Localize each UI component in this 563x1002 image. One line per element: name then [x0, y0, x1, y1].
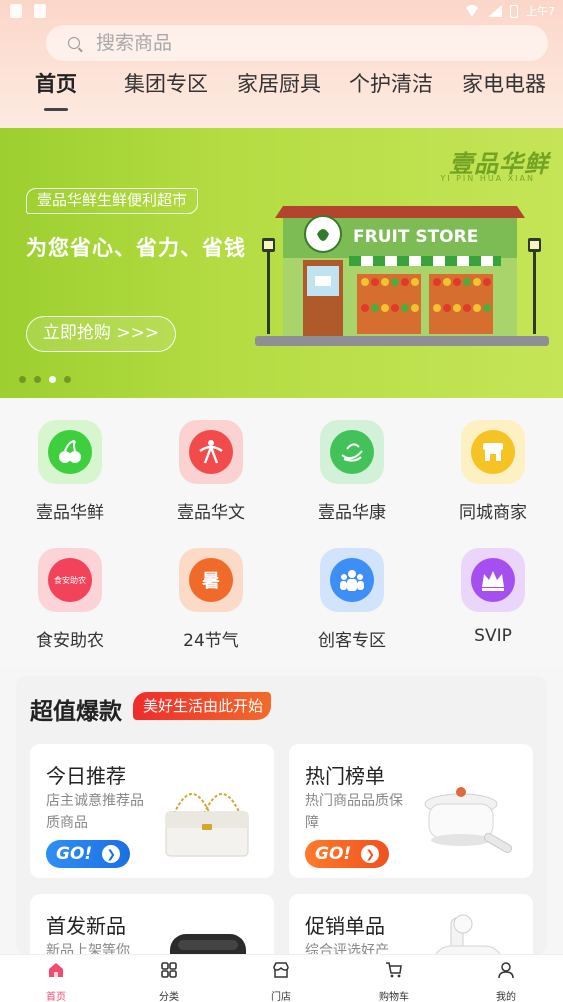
banner-store-name: 壹品华鲜生鲜便利超市: [26, 188, 199, 214]
category-grid: 壹品华鲜 壹品华文 壹品华康 同城商家 食安助农 食安助农 暑 24节气 创客专…: [0, 398, 563, 666]
nav-profile[interactable]: 我的: [466, 961, 546, 1002]
farm-badge-text: 食安助农: [48, 558, 92, 602]
category-solar-terms[interactable]: 暑 24节气: [141, 548, 281, 651]
shop-icon: [461, 420, 525, 484]
deals-slogan-badge: 美好生活由此开始: [133, 692, 272, 720]
carousel-dots: [19, 376, 71, 383]
deal-card-title: 首发新品: [46, 914, 126, 938]
status-time: 上午7: [526, 5, 555, 18]
active-tab-indicator: [44, 108, 68, 111]
brand-logo-subtitle: YI PIN HUA XIAN: [440, 174, 535, 183]
category-yipin-health[interactable]: 壹品华康: [282, 420, 422, 523]
deal-card-title: 今日推荐: [46, 764, 126, 788]
solar-term-icon: 暑: [179, 548, 243, 612]
pot-image: [424, 787, 513, 853]
category-yipin-fresh[interactable]: 壹品华鲜: [0, 420, 140, 523]
signal-icon: [488, 5, 502, 17]
go-button-label: GO!: [56, 844, 93, 864]
tab-appliances[interactable]: 家电电器: [462, 68, 546, 98]
crown-icon: [461, 548, 525, 612]
header: 上午7 首页 集团专区 家居厨具 个护清洁 家电电器: [0, 0, 563, 128]
nav-label: 门店: [271, 992, 291, 1002]
promo-banner[interactable]: 壹品华鲜 YI PIN HUA XIAN 壹品华鲜生鲜便利超市 为您省心、省力、…: [0, 128, 563, 398]
chevron-right-icon: ❯: [102, 845, 121, 863]
deal-card-today-recommend[interactable]: 今日推荐 店主诚意推荐品质商品 GO! ❯: [30, 744, 274, 878]
nav-cart[interactable]: 购物车: [354, 961, 434, 1002]
deal-card-title: 促销单品: [305, 914, 385, 938]
category-label: 壹品华鲜: [36, 503, 104, 523]
handbag-image: [165, 793, 249, 857]
category-tabs: 首页 集团专区 家居厨具 个护清洁 家电电器: [0, 64, 563, 111]
download-icon: [10, 4, 22, 18]
bottom-nav: 首页 分类 门店 购物车 我的: [0, 954, 563, 1002]
home-icon: [49, 963, 63, 977]
tab-home[interactable]: 首页: [35, 68, 77, 98]
battery-icon: [510, 4, 518, 18]
nav-label: 首页: [46, 992, 66, 1002]
category-label: 壹品华康: [318, 503, 386, 523]
cherry-icon: [38, 420, 102, 484]
carousel-dot[interactable]: [64, 376, 71, 383]
search-input[interactable]: [96, 32, 496, 54]
deal-card-hot-list[interactable]: 热门榜单 热门商品品质保障 GO! ❯: [289, 744, 533, 878]
store-icon: [273, 962, 289, 978]
category-food-safety-farming[interactable]: 食安助农 食安助农: [0, 548, 140, 651]
go-button-label: GO!: [315, 844, 352, 864]
search-bar[interactable]: [46, 25, 548, 61]
nav-label: 分类: [159, 992, 179, 1002]
nav-category[interactable]: 分类: [129, 961, 209, 1002]
chevron-right-icon: ❯: [361, 845, 380, 863]
store-sign-text: FRUIT STORE: [353, 227, 478, 247]
category-maker-zone[interactable]: 创客专区: [282, 548, 422, 651]
nav-store[interactable]: 门店: [241, 961, 321, 1002]
fruit-store-illustration: FRUIT STORE: [255, 206, 549, 346]
dancer-icon: [179, 420, 243, 484]
farm-badge-icon: 食安助农: [38, 548, 102, 612]
cart-icon: [386, 962, 402, 978]
category-label: 同城商家: [459, 503, 527, 523]
nav-home[interactable]: 首页: [16, 961, 96, 1002]
deal-card-desc: 热门商品品质保障: [305, 793, 403, 831]
category-label: SVIP: [474, 626, 512, 646]
banner-headline: 为您省心、省力、省钱: [26, 236, 246, 260]
nav-label: 购物车: [379, 992, 409, 1002]
grid-icon: [161, 962, 177, 978]
carousel-dot-active[interactable]: [49, 376, 56, 383]
solar-term-text: 暑: [189, 558, 233, 602]
buy-now-button[interactable]: 立即抢购 >>>: [26, 316, 176, 352]
health-leaf-icon: [320, 420, 384, 484]
deals-title: 超值爆款: [30, 699, 122, 725]
nav-label: 我的: [496, 992, 516, 1002]
wifi-icon: [464, 5, 480, 17]
carousel-dot[interactable]: [19, 376, 26, 383]
search-icon: [68, 37, 80, 49]
category-label: 创客专区: [318, 631, 386, 651]
status-bar: 上午7: [0, 0, 563, 24]
tab-home-kitchen[interactable]: 家居厨具: [237, 68, 321, 98]
notification-icon: [34, 4, 46, 18]
category-label: 食安助农: [36, 631, 104, 651]
people-icon: [320, 548, 384, 612]
tab-personal-care[interactable]: 个护清洁: [349, 68, 433, 98]
category-local-merchants[interactable]: 同城商家: [423, 420, 563, 523]
user-icon: [498, 962, 514, 979]
deal-card-desc: 店主诚意推荐品质商品: [46, 793, 144, 831]
category-label: 24节气: [183, 631, 239, 651]
go-button[interactable]: GO! ❯: [46, 840, 130, 868]
category-yipin-culture[interactable]: 壹品华文: [141, 420, 281, 523]
tab-group-zone[interactable]: 集团专区: [124, 68, 208, 98]
category-svip[interactable]: SVIP: [423, 548, 563, 646]
go-button[interactable]: GO! ❯: [305, 840, 389, 868]
deals-section: 超值爆款 美好生活由此开始 今日推荐 店主诚意推荐品质商品 GO! ❯ 热门榜单…: [16, 676, 547, 1002]
carousel-dot[interactable]: [34, 376, 41, 383]
deal-card-title: 热门榜单: [305, 764, 385, 788]
category-label: 壹品华文: [177, 503, 245, 523]
